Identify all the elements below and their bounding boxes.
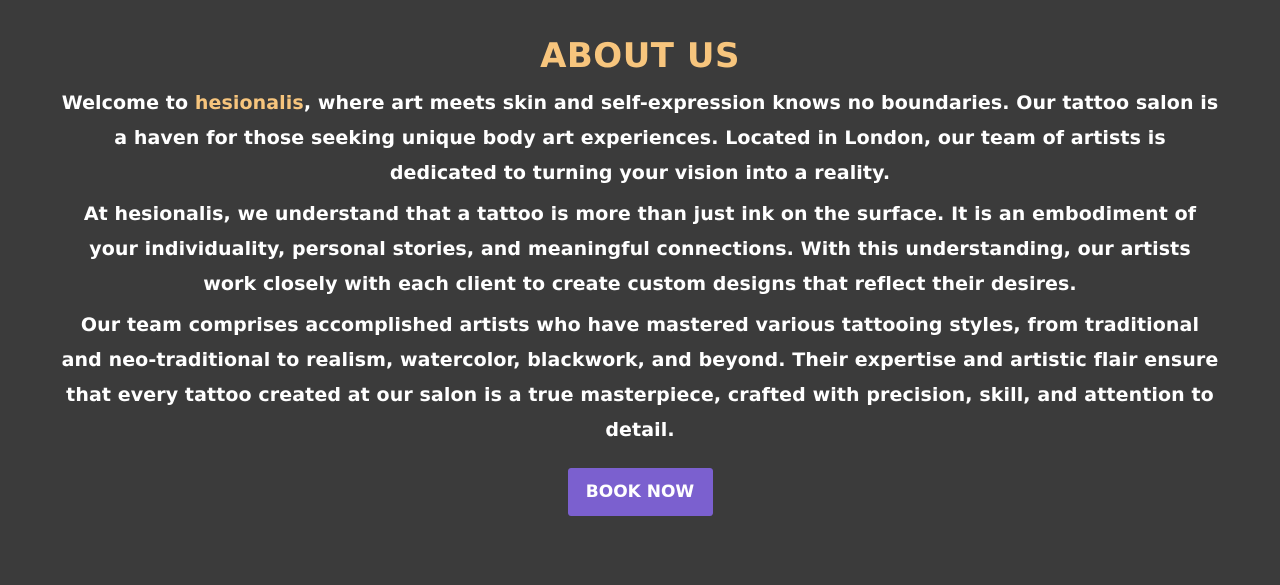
book-now-button[interactable]: BOOK NOW xyxy=(567,468,713,516)
team-paragraph: Our team comprises accomplished artists … xyxy=(61,314,1219,441)
section-title: ABOUT US xyxy=(540,36,740,76)
brand-name: hesionalis xyxy=(194,92,304,114)
intro-paragraph: Welcome to hesionalis, where art meets s… xyxy=(60,86,1220,191)
intro-text-start: Welcome to xyxy=(61,92,195,114)
philosophy-paragraph: At hesionalis, we understand that a tatt… xyxy=(83,203,1197,295)
about-section: ABOUT US Welcome to hesionalis, where ar… xyxy=(0,0,1280,585)
